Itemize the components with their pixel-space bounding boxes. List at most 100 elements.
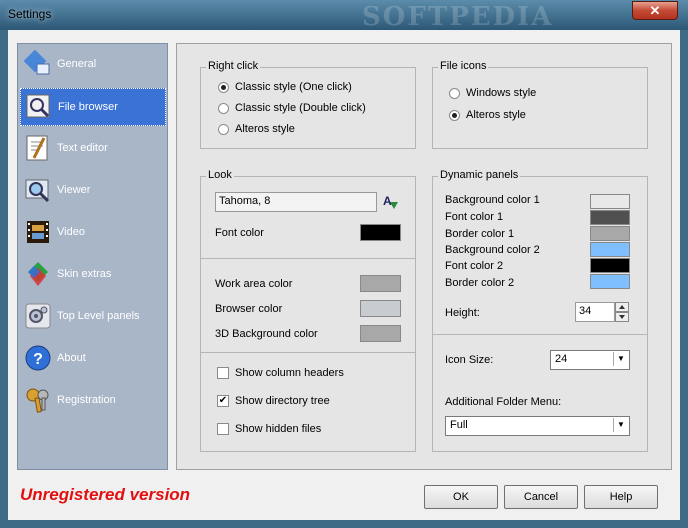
height-spinner[interactable] (615, 302, 629, 322)
file-icons-title: File icons (438, 60, 489, 72)
sidebar-item-label: About (57, 352, 86, 364)
color-row-label: Background color 1 (445, 194, 540, 206)
radio-indicator[interactable] (218, 102, 229, 114)
radio-indicator[interactable] (218, 81, 229, 93)
radio-label: Classic style (Double click) (235, 102, 366, 114)
top-level-panels-icon (25, 303, 51, 329)
radio-windows-style[interactable]: Windows style (449, 87, 536, 99)
bg3d-color-swatch[interactable] (360, 325, 401, 342)
sidebar-item-label: Top Level panels (57, 310, 140, 322)
right-click-group: Right click Classic style (One click) Cl… (200, 60, 416, 149)
browser-color-swatch[interactable] (360, 300, 401, 317)
file-browser-icon (26, 94, 50, 118)
font-color-2-swatch[interactable] (590, 258, 630, 273)
sidebar-item-text-editor[interactable]: Text editor (20, 130, 166, 168)
show-hidden-files-checkbox[interactable]: Show hidden files (217, 423, 321, 435)
dynamic-panels-group: Dynamic panels Background color 1 Font c… (432, 169, 648, 452)
look-group: Look Tahoma, 8 A Font color Work area co… (200, 169, 416, 452)
close-button[interactable]: ✕ (632, 1, 678, 20)
checkbox-label: Show hidden files (235, 423, 322, 435)
sidebar-item-label: Text editor (57, 142, 108, 154)
settings-window: Settings SOFTPEDIA ✕ General File browse… (0, 0, 688, 528)
radio-label: Windows style (466, 87, 537, 99)
color-row-label: Background color 2 (445, 244, 540, 256)
text-editor-icon (26, 135, 48, 161)
video-icon (27, 221, 49, 243)
dialog-client-area: General File browser Text editor Viewer … (8, 30, 680, 520)
sidebar-item-skin-extras[interactable]: Skin extras (20, 256, 166, 294)
about-icon: ? (25, 345, 51, 371)
sidebar-item-file-browser[interactable]: File browser (20, 88, 166, 126)
help-button[interactable]: Help (584, 485, 658, 509)
unregistered-notice: Unregistered version (20, 485, 191, 504)
sidebar-item-viewer[interactable]: Viewer (20, 172, 166, 210)
checkbox-box[interactable] (217, 367, 229, 379)
radio-label: Alteros style (466, 109, 526, 121)
color-row-label: Font color 1 (445, 211, 504, 223)
registration-icon (26, 388, 49, 413)
show-directory-tree-checkbox[interactable]: ✔ Show directory tree (217, 395, 330, 407)
radio-indicator[interactable] (218, 123, 229, 135)
checkbox-box[interactable] (217, 423, 229, 435)
sidebar-item-about[interactable]: ? About (20, 340, 166, 378)
softpedia-watermark: SOFTPEDIA (362, 2, 554, 32)
font-color-1-swatch[interactable] (590, 210, 630, 225)
font-color-swatch[interactable] (360, 224, 401, 241)
radio-classic-double-click[interactable]: Classic style (Double click) (218, 102, 366, 114)
icon-size-label: Icon Size: (445, 354, 494, 366)
look-divider (201, 352, 415, 353)
title-bar[interactable]: Settings SOFTPEDIA ✕ (0, 0, 688, 32)
folder-menu-value: Full (450, 419, 468, 431)
chevron-down-icon[interactable]: ▼ (613, 352, 628, 366)
work-area-color-swatch[interactable] (360, 275, 401, 292)
font-picker-icon[interactable]: A (381, 193, 399, 211)
color-row-label: Border color 2 (445, 277, 515, 289)
radio-classic-one-click[interactable]: Classic style (One click) (218, 81, 352, 93)
ok-button[interactable]: OK (424, 485, 498, 509)
browser-color-label: Browser color (215, 303, 283, 315)
folder-menu-label: Additional Folder Menu: (445, 396, 562, 408)
show-column-headers-checkbox[interactable]: Show column headers (217, 367, 344, 379)
dynamic-panels-divider (433, 334, 647, 335)
look-divider (201, 258, 415, 259)
right-click-title: Right click (206, 60, 261, 72)
viewer-icon (25, 179, 50, 203)
font-field[interactable]: Tahoma, 8 (215, 192, 377, 212)
sidebar-item-registration[interactable]: Registration (20, 382, 166, 420)
radio-indicator[interactable] (449, 87, 460, 99)
icon-size-select[interactable]: 24 ▼ (550, 350, 630, 370)
sidebar-item-video[interactable]: Video (20, 214, 166, 252)
file-browser-settings-panel: Right click Classic style (One click) Cl… (176, 43, 672, 470)
radio-label: Classic style (One click) (235, 81, 352, 93)
checkbox-label: Show column headers (235, 367, 344, 379)
color-row-label: Font color 2 (445, 260, 504, 272)
radio-file-icons-alteros[interactable]: Alteros style (449, 109, 526, 121)
sidebar-item-label: Viewer (57, 184, 91, 196)
background-color-1-swatch[interactable] (590, 194, 630, 209)
skin-extras-icon (28, 262, 48, 286)
work-area-color-label: Work area color (215, 278, 293, 290)
height-label: Height: (445, 307, 480, 319)
window-title: Settings (8, 7, 52, 21)
border-color-2-swatch[interactable] (590, 274, 630, 289)
cancel-button[interactable]: Cancel (504, 485, 578, 509)
sidebar-item-top-level-panels[interactable]: Top Level panels (20, 298, 166, 336)
height-input[interactable]: 34 (575, 302, 615, 322)
folder-menu-select[interactable]: Full ▼ (445, 416, 630, 436)
settings-sidebar: General File browser Text editor Viewer … (17, 43, 168, 470)
dynamic-panels-title: Dynamic panels (438, 169, 521, 181)
radio-indicator[interactable] (449, 109, 460, 121)
background-color-2-swatch[interactable] (590, 242, 630, 257)
svg-text:A: A (383, 194, 392, 208)
sidebar-item-label: Video (57, 226, 85, 238)
sidebar-item-label: General (57, 58, 97, 70)
radio-alteros-style[interactable]: Alteros style (218, 123, 295, 135)
chevron-down-icon[interactable]: ▼ (613, 418, 628, 432)
sidebar-item-label: Skin extras (57, 268, 112, 280)
bg3d-color-label: 3D Background color (215, 328, 318, 340)
sidebar-item-general[interactable]: General (20, 46, 166, 84)
look-title: Look (206, 169, 234, 181)
checkbox-box[interactable]: ✔ (217, 395, 229, 407)
border-color-1-swatch[interactable] (590, 226, 630, 241)
svg-text:?: ? (33, 351, 43, 368)
